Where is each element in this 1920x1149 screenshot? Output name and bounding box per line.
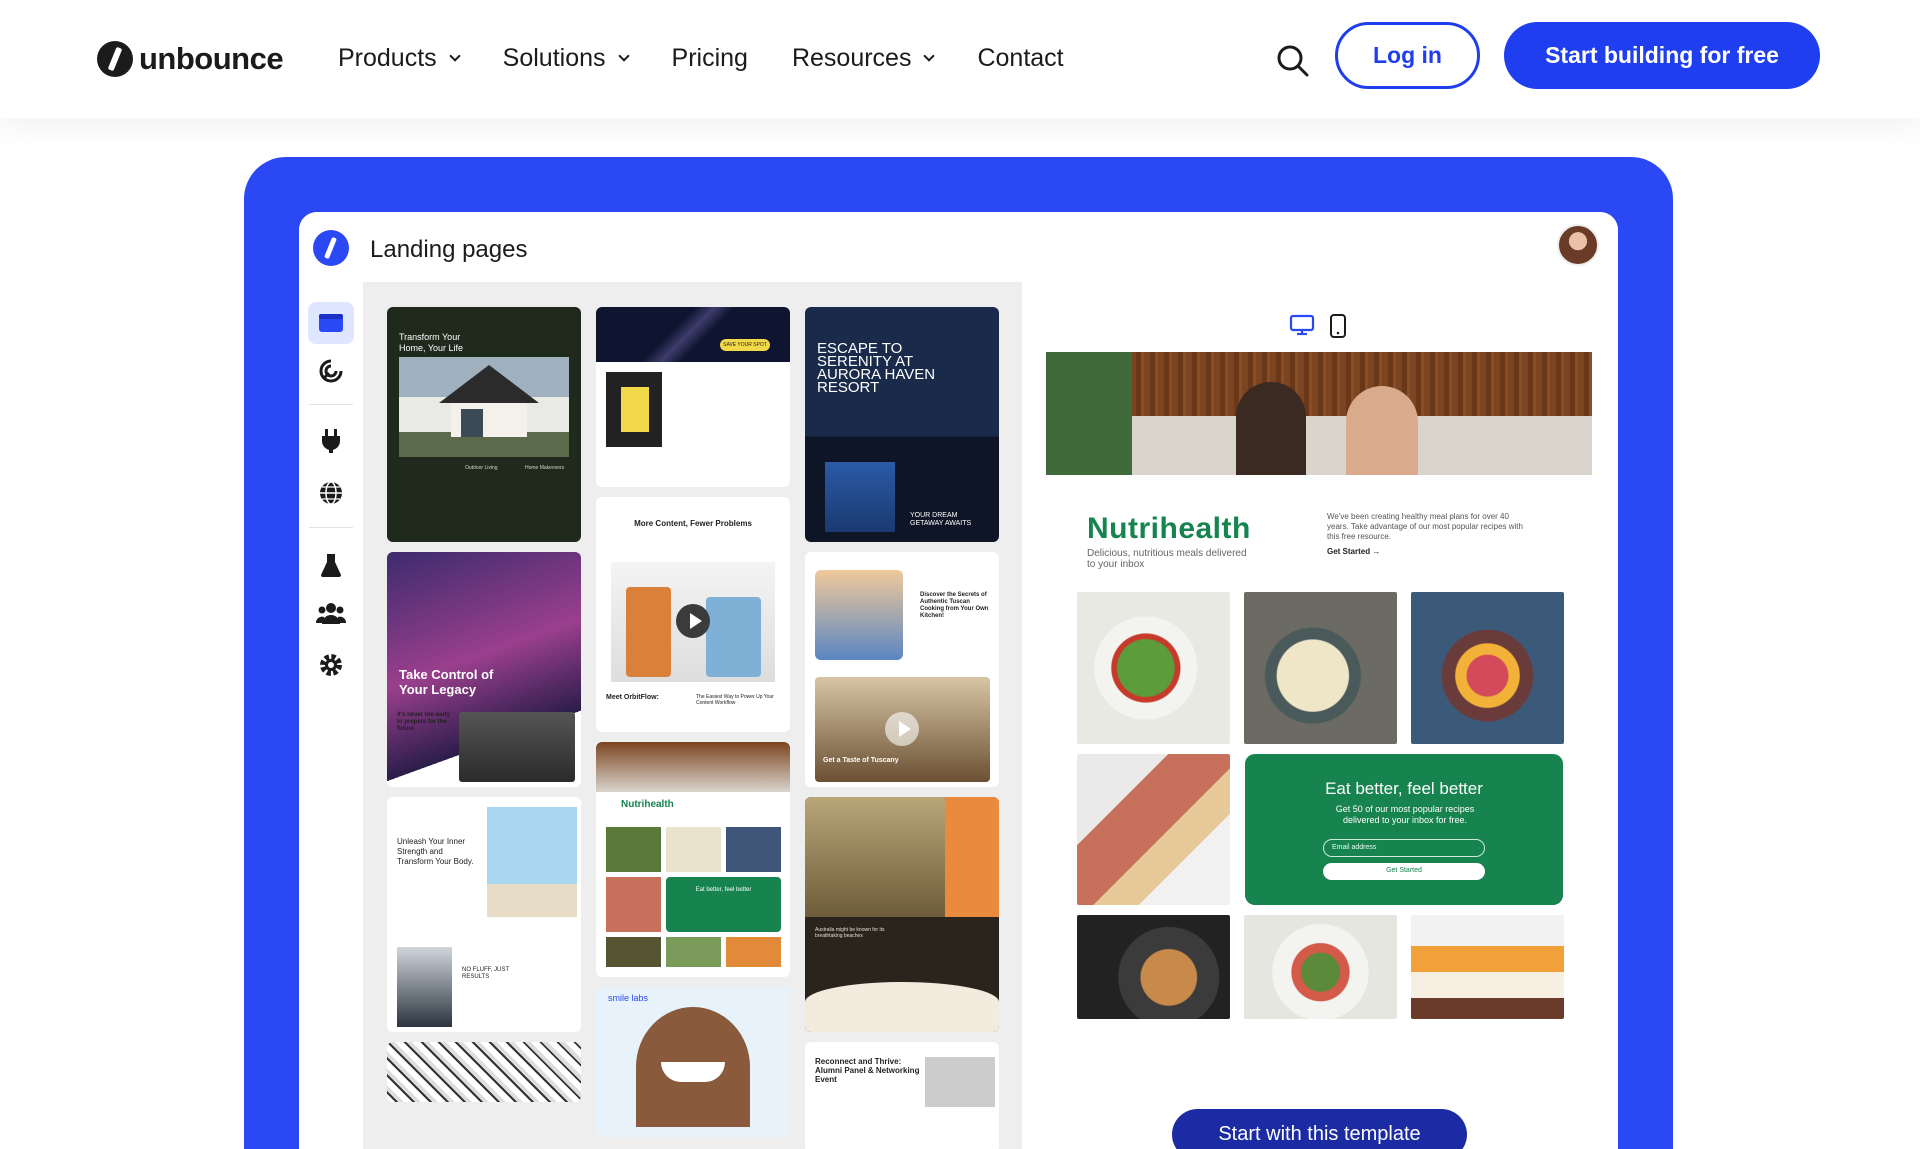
start-with-template-button[interactable]: Start with this template — [1172, 1109, 1467, 1149]
nav-item-label: Contact — [977, 44, 1064, 72]
signup-subtitle: Get 50 of our most popular recipes deliv… — [1335, 804, 1475, 825]
card-sub: Home Makeovers — [525, 465, 565, 471]
get-started-button[interactable]: Get Started — [1323, 863, 1485, 880]
nav-item-solutions[interactable]: Solutions — [502, 44, 630, 73]
search-icon[interactable] — [1276, 44, 1310, 78]
sidebar-divider — [309, 404, 353, 405]
house-image — [399, 357, 569, 457]
food-image-dessert — [1411, 915, 1564, 1019]
email-field[interactable]: Email address — [1323, 839, 1485, 857]
card-sub: Get a Taste of Tuscany — [823, 757, 899, 764]
nav-item-label: Pricing — [671, 44, 748, 72]
food-image-soup — [1244, 592, 1397, 744]
ai-swirl-icon[interactable] — [308, 350, 354, 392]
template-card[interactable]: Discover the Secrets of Authentic Tuscan… — [805, 552, 999, 787]
chevron-down-icon — [617, 50, 630, 62]
start-building-button[interactable]: Start building for free — [1504, 22, 1820, 89]
template-card[interactable]: Nutrihealth Eat better, feel better — [596, 742, 790, 977]
card-sub: Eat better, feel better — [666, 877, 781, 932]
chevron-down-icon — [449, 50, 461, 62]
signup-box: Eat better, feel better Get 50 of our mo… — [1245, 754, 1563, 905]
users-icon[interactable] — [308, 592, 354, 634]
card-title: Transform Your Home, Your Life — [399, 332, 464, 353]
sidebar-divider — [309, 527, 353, 528]
app-window: Landing pages Transform Your Home, Your … — [299, 212, 1618, 1149]
template-card[interactable]: Australia might be known for its breatht… — [805, 797, 999, 1032]
brand-get-started-link[interactable]: Get Started → — [1327, 547, 1380, 556]
unbounce-logo[interactable]: unbounce — [97, 41, 284, 77]
card-title: Nutrihealth — [621, 799, 674, 810]
card-title: Unleash Your Inner Strength and Transfor… — [397, 837, 474, 866]
template-card[interactable]: smile labs — [596, 987, 790, 1137]
nav-item-pricing[interactable]: Pricing — [672, 44, 748, 73]
pages-icon[interactable] — [308, 302, 354, 344]
food-image-plate — [1244, 915, 1397, 1019]
template-gallery: Transform Your Home, Your Life Outdoor L… — [363, 282, 1022, 1149]
card-sub: YOUR DREAM GETAWAY AWAITS — [910, 512, 972, 527]
app-title: Landing pages — [370, 236, 528, 263]
avatar[interactable] — [1557, 224, 1599, 266]
card-sub: NO FLUFF, JUST RESULTS — [462, 967, 509, 980]
card-title: Australia might be known for its breatht… — [815, 927, 885, 939]
template-card[interactable]: ESCAPE TO SERENITY AT AURORA HAVEN RESOR… — [805, 307, 999, 542]
gear-icon[interactable] — [308, 644, 354, 686]
flask-icon[interactable] — [308, 544, 354, 586]
card-sub: It's never too early to prepare for the … — [397, 712, 450, 732]
template-card[interactable]: Transform Your Home, Your Life Outdoor L… — [387, 307, 581, 542]
card-sub: The Easiest Way to Power Up Your Content… — [696, 694, 774, 706]
card-title: Take Control of Your Legacy — [399, 667, 494, 697]
login-button[interactable]: Log in — [1335, 22, 1480, 89]
nav-item-label: Solutions — [502, 44, 606, 72]
food-image-salad — [1077, 592, 1230, 744]
logo-text: unbounce — [139, 41, 284, 76]
brand-name: Nutrihealth — [1087, 512, 1251, 545]
nav-item-products[interactable]: Products — [338, 44, 461, 73]
template-card[interactable]: Take Control of Your Legacy It's never t… — [387, 552, 581, 787]
card-title: ESCAPE TO SERENITY AT AURORA HAVEN RESOR… — [817, 340, 936, 396]
globe-icon[interactable] — [308, 472, 354, 514]
template-card[interactable]: Unleash Your Inner Strength and Transfor… — [387, 797, 581, 1032]
mobile-icon[interactable] — [1329, 314, 1347, 338]
page: unbounce Products Solutions Pricing Reso… — [0, 0, 1920, 1149]
card-title: Reconnect and Thrive: Alumni Panel & Net… — [815, 1057, 920, 1084]
card-title: smile labs — [608, 993, 649, 1003]
template-card[interactable]: SAVE YOUR SPOT — [596, 307, 790, 487]
card-title: Discover the Secrets of Authentic Tuscan… — [920, 592, 989, 619]
hero-image — [1046, 352, 1592, 475]
food-image-bowl — [1411, 592, 1564, 744]
plug-icon[interactable] — [308, 420, 354, 462]
card-sub: Outdoor Living — [465, 465, 498, 471]
unbounce-logo-icon — [97, 41, 133, 77]
app-logo-icon — [313, 230, 349, 266]
desktop-icon[interactable] — [1289, 314, 1315, 336]
top-nav: unbounce Products Solutions Pricing Reso… — [0, 0, 1920, 118]
nav-item-resources[interactable]: Resources — [791, 44, 936, 73]
food-image-toast — [1077, 754, 1230, 905]
template-card[interactable]: More Content, Fewer Problems Meet OrbitF… — [596, 497, 790, 732]
nav-item-label: Products — [338, 44, 437, 72]
template-card[interactable] — [387, 1042, 581, 1102]
chevron-down-icon — [923, 50, 936, 62]
card-title: More Content, Fewer Problems — [634, 519, 752, 528]
template-preview: Nutrihealth Delicious, nutritious meals … — [1022, 282, 1618, 1149]
nav-item-label: Resources — [791, 44, 912, 72]
nav-menu: Products Solutions Pricing Resources Con… — [338, 44, 1108, 73]
app-header: Landing pages — [299, 212, 1618, 282]
nav-item-contact[interactable]: Contact — [977, 44, 1063, 73]
card-sub: Meet OrbitFlow: — [606, 694, 659, 701]
card-title: SAVE YOUR SPOT — [720, 339, 770, 351]
template-card[interactable]: Reconnect and Thrive: Alumni Panel & Net… — [805, 1042, 999, 1149]
food-image-pan — [1077, 915, 1230, 1019]
sidebar — [299, 282, 363, 1149]
brand-subtitle: Delicious, nutritious meals delivered to… — [1087, 548, 1247, 570]
signup-title: Eat better, feel better — [1325, 779, 1483, 798]
brand-description: We've been creating healthy meal plans f… — [1327, 512, 1523, 541]
